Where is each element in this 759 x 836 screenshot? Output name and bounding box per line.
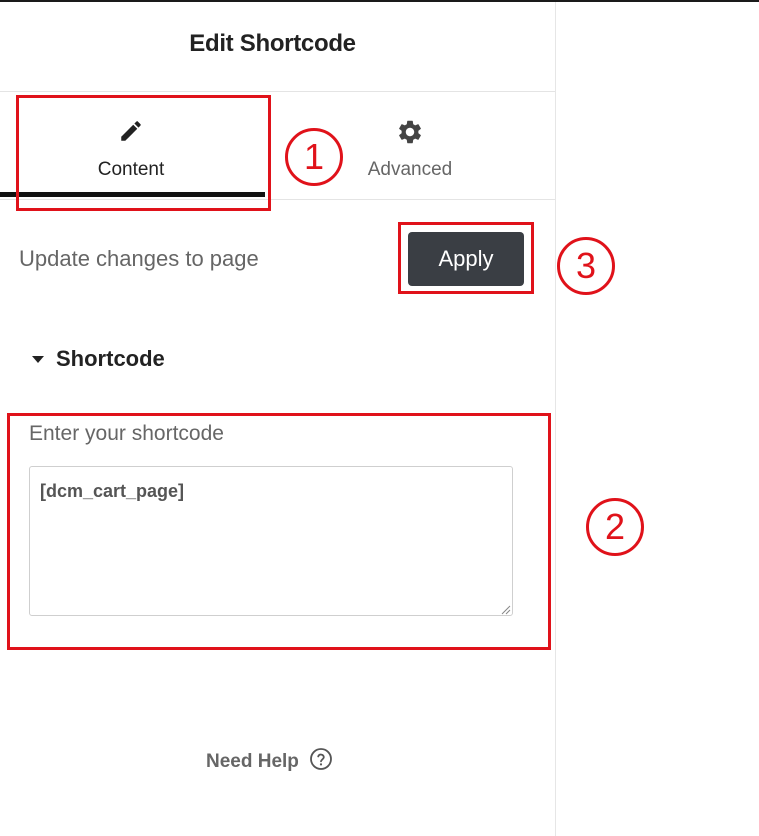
- panel-title: Edit Shortcode: [189, 30, 356, 57]
- header-divider: [0, 91, 555, 92]
- annotation-step-2: 2: [586, 498, 644, 556]
- need-help-label: Need Help: [206, 750, 299, 772]
- shortcode-section-toggle[interactable]: Shortcode: [32, 346, 165, 372]
- need-help-link[interactable]: Need Help: [206, 747, 333, 776]
- update-changes-text: Update changes to page: [19, 246, 259, 271]
- annotation-box-tab: [16, 95, 271, 211]
- annotation-step-1: 1: [285, 128, 343, 186]
- annotation-box-shortcode: [7, 413, 551, 650]
- annotation-box-apply: [398, 222, 534, 294]
- section-title: Shortcode: [56, 346, 165, 371]
- caret-down-icon: [32, 355, 44, 363]
- question-circle-icon: [309, 747, 333, 776]
- annotation-step-3: 3: [557, 237, 615, 295]
